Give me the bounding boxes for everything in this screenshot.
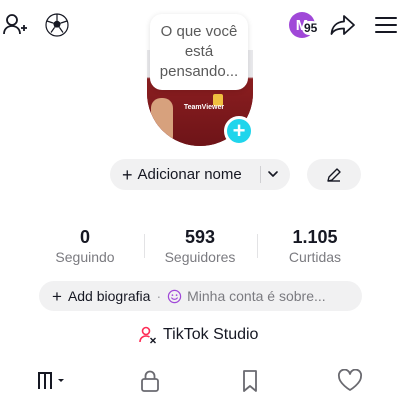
thought-bubble-text: O que você está pensando... <box>159 23 239 80</box>
content-tabs <box>0 362 400 400</box>
tab-private[interactable] <box>135 368 165 394</box>
tiktok-studio-link[interactable]: TikTok Studio <box>138 324 258 346</box>
bio-placeholder: Minha conta é sobre... <box>187 288 326 304</box>
smile-icon <box>167 289 182 303</box>
bookmark-icon <box>243 370 257 392</box>
pencil-icon <box>327 167 341 182</box>
stat-value: 593 <box>184 227 216 247</box>
edit-profile-button[interactable] <box>307 159 361 190</box>
avatar-arm <box>151 98 173 146</box>
add-bio-label: Add biografia <box>67 288 151 304</box>
bio-separator: · <box>156 288 162 304</box>
stat-following[interactable]: 0 Seguindo <box>30 226 140 266</box>
lock-icon <box>141 370 159 392</box>
add-avatar-button[interactable]: + <box>224 116 254 146</box>
share-icon[interactable] <box>328 10 358 40</box>
stat-value: 0 <box>79 227 90 247</box>
studio-label: TikTok Studio <box>163 326 259 343</box>
notification-count: 95 <box>302 21 320 35</box>
divider <box>260 166 261 183</box>
tab-liked[interactable] <box>335 368 365 394</box>
add-name-button[interactable]: + Adicionar nome <box>110 159 290 190</box>
profile-stats: 0 Seguindo 593 Seguidores 1.105 Curtidas <box>30 226 370 266</box>
grid-icon <box>38 372 64 389</box>
studio-user-icon <box>139 326 156 344</box>
stat-label: Seguidores <box>164 249 236 265</box>
tab-videos[interactable] <box>36 368 66 394</box>
add-bio-button[interactable]: + Add biografia · Minha conta é sobre... <box>39 281 362 311</box>
add-user-icon[interactable] <box>0 10 30 40</box>
soccer-ball-icon[interactable] <box>42 10 72 40</box>
add-name-label: Adicionar nome <box>137 166 242 183</box>
avatar-shirt-text: TeamViewer <box>183 104 225 111</box>
thought-bubble[interactable]: O que você está pensando... <box>150 14 248 90</box>
plus-icon: + <box>232 118 246 143</box>
chevron-down-icon[interactable] <box>266 167 280 181</box>
menu-icon[interactable] <box>372 10 400 40</box>
stat-divider <box>257 234 258 258</box>
plus-icon: + <box>52 286 62 306</box>
notification-avatar[interactable]: M 95 <box>284 10 320 40</box>
stat-followers[interactable]: 593 Seguidores <box>145 226 255 266</box>
plus-icon: + <box>122 164 133 185</box>
stat-likes[interactable]: 1.105 Curtidas <box>260 226 370 266</box>
stat-label: Curtidas <box>288 249 342 265</box>
stat-label: Seguindo <box>55 249 115 265</box>
heart-icon <box>338 369 362 391</box>
stat-value: 1.105 <box>292 227 338 247</box>
tab-saved[interactable] <box>235 368 265 394</box>
